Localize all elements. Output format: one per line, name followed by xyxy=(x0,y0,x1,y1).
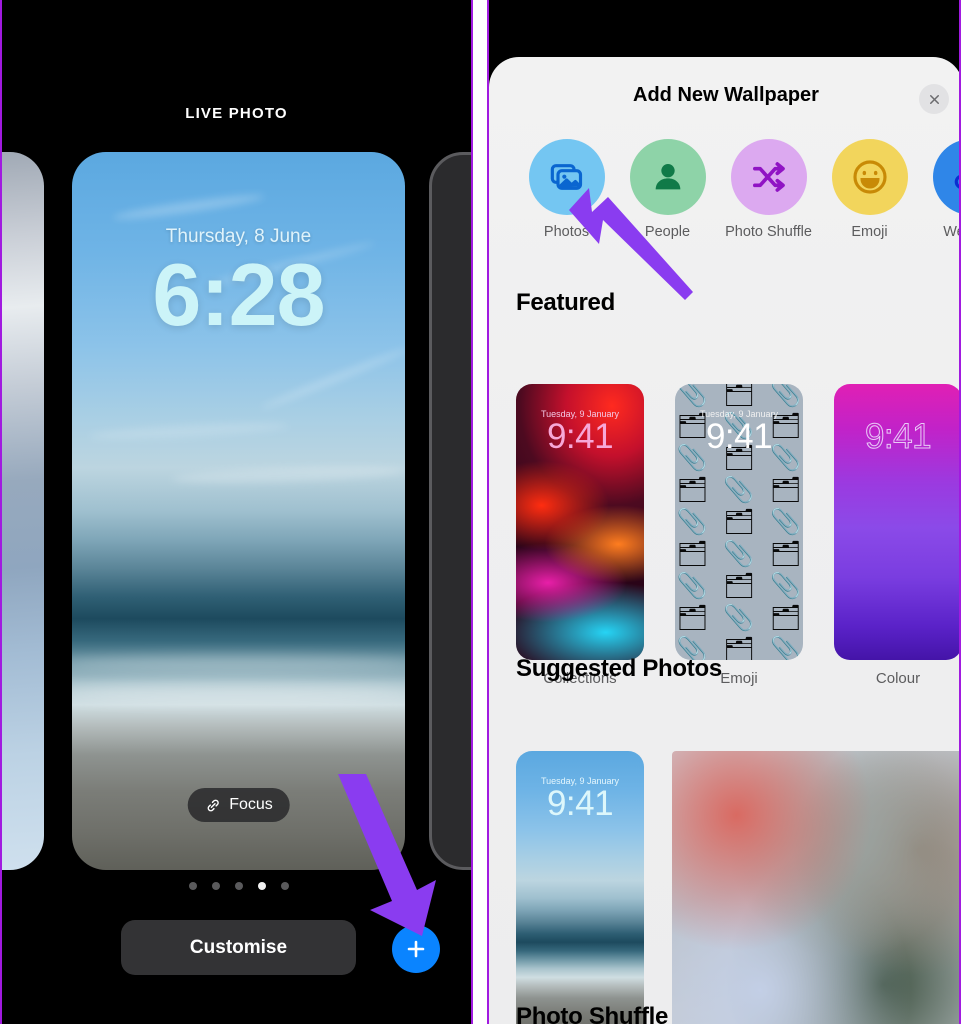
add-wallpaper-panel: Add New Wallpaper Photos People Photo Sh… xyxy=(487,0,961,1024)
featured-mini-time: 9:41 xyxy=(546,417,614,456)
category-emoji[interactable]: Emoji xyxy=(819,139,920,240)
emoji-tile: 🗂 xyxy=(723,384,755,408)
suggested-mini-time: 9:41 xyxy=(546,784,614,823)
page-dot-2[interactable] xyxy=(211,882,220,890)
category-photo-shuffle-label: Photo Shuffle xyxy=(725,224,812,240)
emoji-tile: 🗂 xyxy=(676,540,709,568)
category-weather-label: Weather xyxy=(943,224,959,240)
category-people-circle[interactable] xyxy=(629,139,706,215)
featured-heading: Featured xyxy=(516,289,615,316)
category-emoji-circle[interactable] xyxy=(831,139,908,215)
emoji-tile: 📎 xyxy=(770,636,802,660)
shuffle-icon xyxy=(749,157,789,197)
add-wallpaper-button[interactable] xyxy=(392,925,440,973)
emoji-tile: 📎 xyxy=(770,384,802,408)
featured-card-collections[interactable]: Tuesday, 9 January 9:41 xyxy=(516,384,644,660)
featured-row[interactable]: Tuesday, 9 January 9:41 Collections 📎 🗂 📎 🗂… xyxy=(516,384,959,687)
lock-screen-chooser-panel: LIVE PHOTO Thursday, 8 June 6:28 Focus C… xyxy=(0,0,473,1024)
link-icon xyxy=(204,797,221,814)
emoji-tile: 📎 xyxy=(770,572,802,600)
focus-button[interactable]: Focus xyxy=(187,788,290,822)
wallpaper-card-next[interactable] xyxy=(429,152,471,870)
close-icon xyxy=(927,92,942,107)
page-dot-5[interactable] xyxy=(280,882,289,890)
customise-button[interactable]: Customise xyxy=(121,920,356,975)
page-dot-3[interactable] xyxy=(234,882,243,890)
featured-label-emoji: Emoji xyxy=(720,670,758,687)
emoji-tile: 🗂 xyxy=(769,604,802,632)
emoji-tile: 📎 xyxy=(770,508,802,536)
photo-shuffle-heading: Photo Shuffle xyxy=(516,1003,669,1024)
smiley-icon xyxy=(850,157,890,197)
emoji-tile: 📎 xyxy=(723,540,755,568)
suggested-photo-blurred[interactable] xyxy=(672,751,959,1024)
emoji-tile: 🗂 xyxy=(769,540,802,568)
screenshot-root: LIVE PHOTO Thursday, 8 June 6:28 Focus C… xyxy=(0,0,961,1024)
plus-icon xyxy=(404,937,428,961)
lock-screen-time: 6:28 xyxy=(152,245,325,344)
close-button[interactable] xyxy=(919,84,949,114)
category-photos-label: Photos xyxy=(543,224,590,240)
featured-label-colour: Colour xyxy=(875,670,921,687)
emoji-tile: 📎 xyxy=(676,508,708,536)
focus-label: Focus xyxy=(229,796,273,813)
wallpaper-card-current[interactable]: Thursday, 8 June 6:28 Focus xyxy=(72,152,405,870)
live-photo-label: LIVE PHOTO xyxy=(185,105,288,122)
suggested-photos-heading: Suggested Photos xyxy=(516,655,722,682)
wallpaper-card-carousel[interactable]: Thursday, 8 June 6:28 Focus xyxy=(2,152,471,872)
featured-item-colour[interactable]: 9:41 Colour xyxy=(834,384,959,687)
photos-icon xyxy=(547,157,587,197)
featured-item-collections[interactable]: Tuesday, 9 January 9:41 Collections xyxy=(516,384,644,687)
emoji-tile: 📎 xyxy=(676,384,708,408)
page-title: Add New Wallpaper xyxy=(633,84,819,106)
featured-mini-date: Tuesday, 9 January xyxy=(540,409,620,419)
weather-cloud-icon xyxy=(951,157,959,197)
emoji-tile: 🗂 xyxy=(676,476,709,504)
emoji-tile: 🗂 xyxy=(769,476,802,504)
emoji-tile: 📎 xyxy=(676,572,708,600)
emoji-tile: 📎 xyxy=(723,476,755,504)
emoji-tile: 🗂 xyxy=(723,508,755,536)
wallpaper-category-row[interactable]: Photos People Photo Shuffle Emoji W xyxy=(489,139,959,240)
emoji-tile: 🗂 xyxy=(723,572,755,600)
page-dot-1[interactable] xyxy=(188,882,197,890)
category-weather-circle[interactable] xyxy=(932,139,959,215)
category-people[interactable]: People xyxy=(617,139,718,240)
featured-mini-time: 9:41 xyxy=(864,417,932,457)
suggested-photos-row[interactable]: Tuesday, 9 January 9:41 xyxy=(516,751,959,1024)
emoji-tile: 🗂 xyxy=(723,636,755,660)
emoji-tile: 🗂 xyxy=(676,604,709,632)
featured-mini-time: 9:41 xyxy=(705,417,773,456)
panel-divider xyxy=(473,0,487,1024)
category-people-label: People xyxy=(644,224,691,240)
featured-card-emoji[interactable]: 📎🗂📎🗂📎🗂📎🗂📎🗂📎🗂📎🗂📎🗂📎🗂📎🗂📎🗂📎🗂📎🗂📎🗂📎🗂📎🗂📎 Tuesda… xyxy=(675,384,803,660)
category-weather[interactable]: Weather xyxy=(920,139,959,240)
featured-card-colour[interactable]: 9:41 xyxy=(834,384,959,660)
person-icon xyxy=(648,157,688,197)
category-photo-shuffle[interactable]: Photo Shuffle xyxy=(718,139,819,240)
category-emoji-label: Emoji xyxy=(851,224,888,240)
featured-item-emoji[interactable]: 📎🗂📎🗂📎🗂📎🗂📎🗂📎🗂📎🗂📎🗂📎🗂📎🗂📎🗂📎🗂📎🗂📎🗂📎🗂📎🗂📎 Tuesda… xyxy=(675,384,803,687)
category-photos[interactable]: Photos xyxy=(516,139,617,240)
page-dots[interactable] xyxy=(72,882,405,890)
category-photos-circle[interactable] xyxy=(528,139,605,215)
category-photo-shuffle-circle[interactable] xyxy=(730,139,807,215)
wallpaper-card-previous[interactable] xyxy=(2,152,44,870)
suggested-photo-lockscreen[interactable]: Tuesday, 9 January 9:41 xyxy=(516,751,644,1024)
emoji-tile: 📎 xyxy=(723,604,755,632)
add-new-wallpaper-sheet: Add New Wallpaper Photos People Photo Sh… xyxy=(489,57,959,1024)
page-dot-4-active[interactable] xyxy=(257,882,266,890)
